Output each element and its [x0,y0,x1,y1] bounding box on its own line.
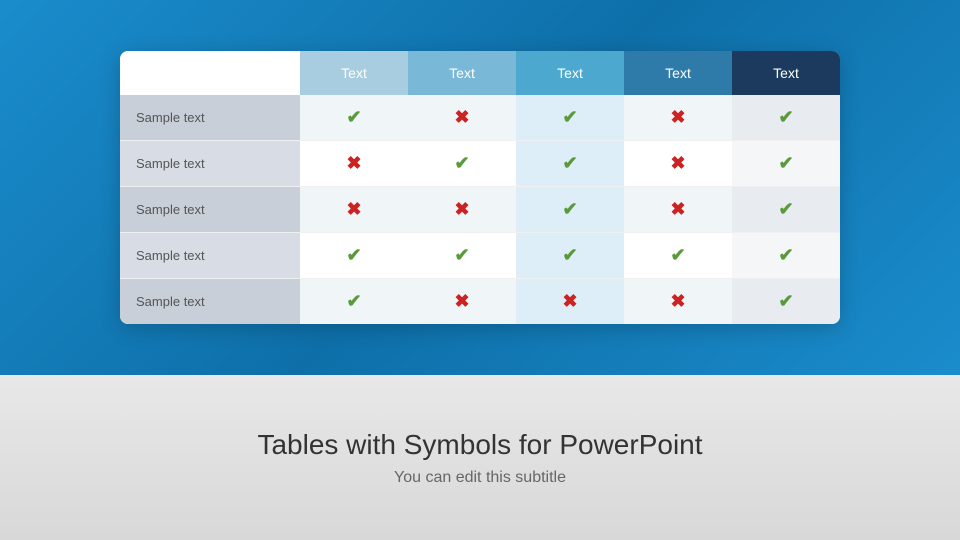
table-card: Text Text Text Text Text Sample text ✔ ✖ ✔ ✖… [120,51,840,324]
table-row: Sample text ✔ ✔ ✔ ✔ ✔ [120,233,840,279]
cross-icon: ✖ [670,291,685,311]
check-icon: ✔ [778,291,793,311]
cross-icon: ✖ [454,291,469,311]
cell-row4-col2: ✖ [516,279,624,325]
page-title: Tables with Symbols for PowerPoint [257,429,702,461]
row-label: Sample text [120,187,300,233]
header-col-4: Text [624,51,732,95]
cell-row0-col2: ✔ [516,95,624,141]
row-label: Sample text [120,279,300,325]
cross-icon: ✖ [670,199,685,219]
bottom-section: Tables with Symbols for PowerPoint You c… [0,375,960,540]
header-col-5: Text [732,51,840,95]
cell-row2-col4: ✔ [732,187,840,233]
cross-icon: ✖ [346,199,361,219]
cell-row0-col1: ✖ [408,95,516,141]
header-col-3: Text [516,51,624,95]
cell-row1-col2: ✔ [516,141,624,187]
cell-row4-col0: ✔ [300,279,408,325]
cross-icon: ✖ [346,153,361,173]
check-icon: ✔ [562,245,577,265]
cell-row4-col1: ✖ [408,279,516,325]
cell-row4-col4: ✔ [732,279,840,325]
cell-row2-col1: ✖ [408,187,516,233]
check-icon: ✔ [562,199,577,219]
cell-row0-col3: ✖ [624,95,732,141]
check-icon: ✔ [778,199,793,219]
cell-row3-col4: ✔ [732,233,840,279]
cell-row0-col4: ✔ [732,95,840,141]
cell-row1-col0: ✖ [300,141,408,187]
top-section: Text Text Text Text Text Sample text ✔ ✖ ✔ ✖… [0,0,960,375]
cell-row1-col1: ✔ [408,141,516,187]
cell-row3-col0: ✔ [300,233,408,279]
cross-icon: ✖ [454,199,469,219]
table-row: Sample text ✔ ✖ ✖ ✖ ✔ [120,279,840,325]
cell-row2-col3: ✖ [624,187,732,233]
check-icon: ✔ [346,107,361,127]
check-icon: ✔ [778,107,793,127]
cell-row1-col4: ✔ [732,141,840,187]
check-icon: ✔ [778,153,793,173]
cell-row0-col0: ✔ [300,95,408,141]
comparison-table: Text Text Text Text Text Sample text ✔ ✖ ✔ ✖… [120,51,840,324]
check-icon: ✔ [346,291,361,311]
check-icon: ✔ [346,245,361,265]
cell-row1-col3: ✖ [624,141,732,187]
check-icon: ✔ [454,153,469,173]
table-row: Sample text ✖ ✔ ✔ ✖ ✔ [120,141,840,187]
cross-icon: ✖ [454,107,469,127]
header-col-2: Text [408,51,516,95]
cell-row2-col2: ✔ [516,187,624,233]
table-row: Sample text ✖ ✖ ✔ ✖ ✔ [120,187,840,233]
row-label: Sample text [120,141,300,187]
check-icon: ✔ [562,107,577,127]
cross-icon: ✖ [562,291,577,311]
check-icon: ✔ [778,245,793,265]
header-col-1: Text [300,51,408,95]
cell-row3-col2: ✔ [516,233,624,279]
cross-icon: ✖ [670,153,685,173]
check-icon: ✔ [670,245,685,265]
page-subtitle: You can edit this subtitle [394,469,566,487]
table-row: Sample text ✔ ✖ ✔ ✖ ✔ [120,95,840,141]
row-label: Sample text [120,95,300,141]
row-label: Sample text [120,233,300,279]
header-empty [120,51,300,95]
cross-icon: ✖ [670,107,685,127]
check-icon: ✔ [454,245,469,265]
cell-row2-col0: ✖ [300,187,408,233]
check-icon: ✔ [562,153,577,173]
cell-row4-col3: ✖ [624,279,732,325]
cell-row3-col3: ✔ [624,233,732,279]
cell-row3-col1: ✔ [408,233,516,279]
